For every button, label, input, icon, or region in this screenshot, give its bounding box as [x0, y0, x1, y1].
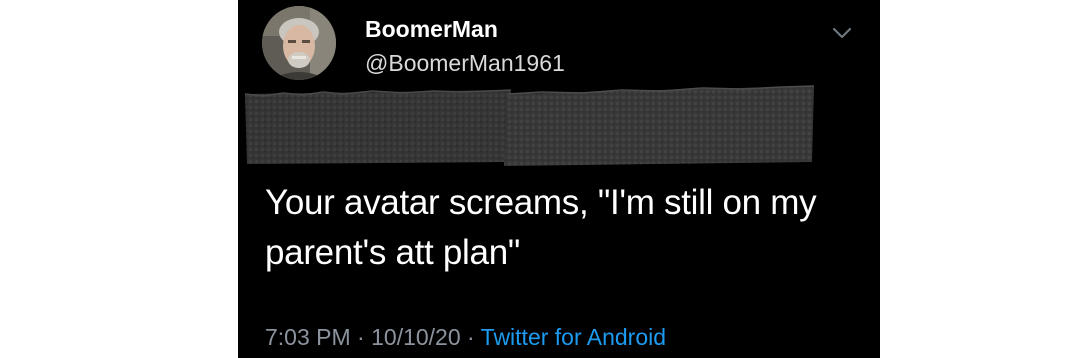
tweet-text: Your avatar screams, "I'm still on my pa… — [265, 178, 865, 278]
meta-separator: · — [460, 324, 481, 350]
user-handle[interactable]: @BoomerMan1961 — [365, 50, 565, 77]
tweet-date[interactable]: 10/10/20 — [371, 324, 461, 350]
display-name[interactable]: BoomerMan — [365, 16, 498, 43]
redaction-tape-left — [243, 88, 513, 166]
avatar[interactable] — [262, 6, 336, 80]
tweet-source-link[interactable]: Twitter for Android — [481, 324, 666, 350]
tweet-metadata: 7:03 PM · 10/10/20 · Twitter for Android — [265, 324, 666, 351]
redaction-tape-right — [502, 84, 818, 168]
tweet-text-line: parent's att plan" — [265, 233, 520, 272]
tweet-text-line: Your avatar screams, "I'm still on my — [265, 183, 817, 222]
tweet-time[interactable]: 7:03 PM — [265, 324, 351, 350]
tweet-card: BoomerMan @BoomerMan1961 Your avatar scr… — [238, 0, 880, 358]
chevron-down-icon[interactable] — [830, 24, 854, 42]
meta-separator: · — [350, 324, 372, 350]
avatar-photo-icon — [262, 6, 336, 80]
